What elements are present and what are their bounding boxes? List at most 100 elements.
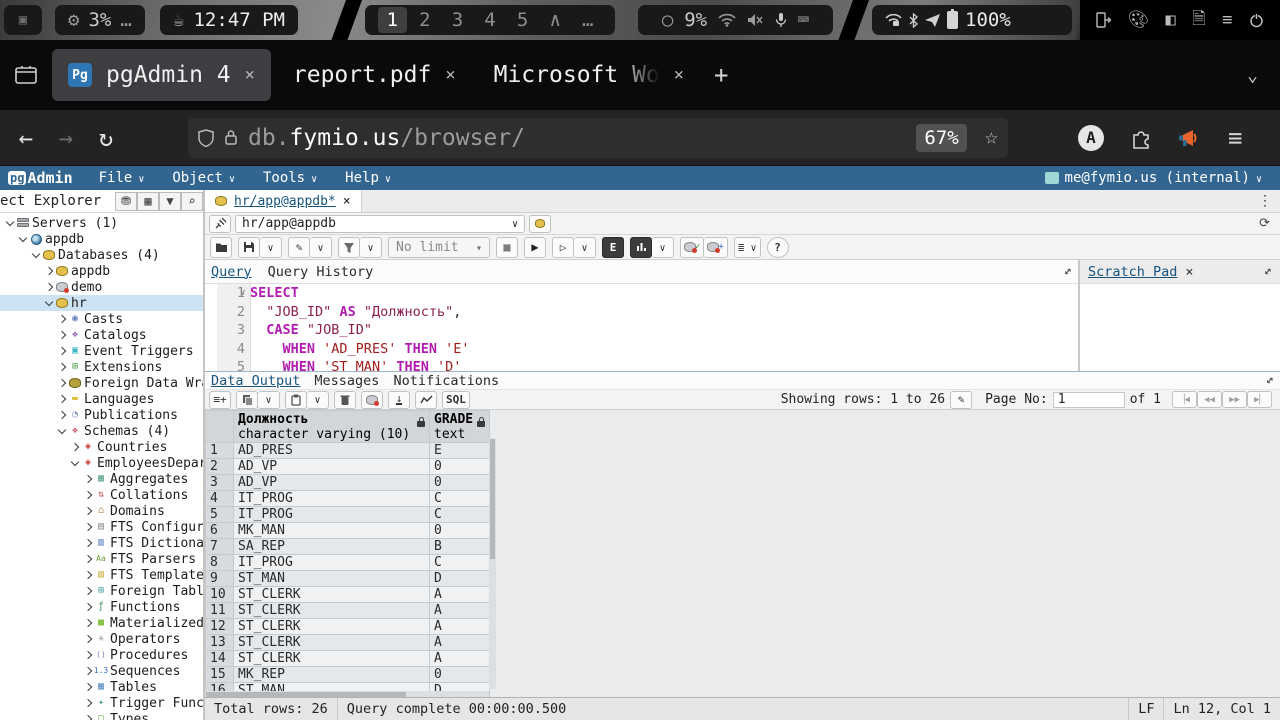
expand-icon[interactable] xyxy=(44,282,55,293)
cell[interactable]: MK_MAN xyxy=(234,523,430,539)
tree-item-countries[interactable]: ◈Countries xyxy=(0,439,203,455)
cell[interactable]: ST_CLERK xyxy=(234,587,430,603)
column-header[interactable]: GRADEtext xyxy=(430,411,490,443)
query-tool-tab[interactable]: hr/app@appdb* × xyxy=(205,190,362,212)
next-page-button[interactable]: ▶▶ xyxy=(1222,391,1247,408)
account-icon[interactable]: A xyxy=(1078,125,1104,151)
filter-icon-button[interactable]: ▼ xyxy=(159,192,181,211)
cell[interactable]: ST_MAN xyxy=(234,571,430,587)
save-dropdown[interactable]: ∨ xyxy=(260,237,282,258)
tree-item-materialized[interactable]: ■Materialized xyxy=(0,615,203,631)
tab-notifications[interactable]: Notifications xyxy=(393,373,499,389)
row-number[interactable]: 12 xyxy=(206,619,234,635)
expand-icon[interactable] xyxy=(83,506,94,517)
limit-selector[interactable]: No limit ▾ xyxy=(388,237,490,258)
tree-item-types[interactable]: ▢Types xyxy=(0,711,203,720)
tree-item-servers-1-[interactable]: Servers (1) xyxy=(0,215,203,231)
app-menu-icon[interactable]: ≡ xyxy=(1228,124,1242,152)
tree-item-foreign-data-wra[interactable]: Foreign Data Wra xyxy=(0,375,203,391)
delete-row-button[interactable] xyxy=(334,391,356,409)
cell[interactable]: ST_CLERK xyxy=(234,619,430,635)
firefox-view-icon[interactable] xyxy=(0,65,52,85)
collapse-icon[interactable] xyxy=(5,218,16,229)
url-bar[interactable]: db.fymio.us/browser/ 67% ☆ xyxy=(188,118,1008,158)
zoom-level-badge[interactable]: 67% xyxy=(916,124,966,152)
collapse-icon[interactable] xyxy=(18,234,29,245)
explain-button[interactable]: E xyxy=(602,237,624,258)
reload-button[interactable]: ↻ xyxy=(86,124,126,152)
database-icon-button[interactable]: ⛃ xyxy=(115,192,137,211)
expand-icon[interactable] xyxy=(83,650,94,661)
sql-editor[interactable]: 1∨SELECT2 "JOB_ID" AS "Должность",3 CASE… xyxy=(205,284,1078,371)
cell[interactable]: AD_VP xyxy=(234,459,430,475)
edit-rows-pencil-button[interactable]: ✎ xyxy=(950,391,972,409)
cell[interactable]: A xyxy=(430,619,490,635)
row-number[interactable]: 11 xyxy=(206,603,234,619)
edit-button[interactable]: ✎ xyxy=(288,237,310,258)
tree-item-event-triggers[interactable]: ▣Event Triggers xyxy=(0,343,203,359)
cell[interactable]: AD_VP xyxy=(234,475,430,491)
tab-query[interactable]: Query xyxy=(211,264,252,280)
code-line[interactable]: 2 "JOB_ID" AS "Должность", xyxy=(252,303,1078,322)
expand-icon[interactable] xyxy=(83,586,94,597)
row-number[interactable]: 6 xyxy=(206,523,234,539)
tree-item-demo[interactable]: demo xyxy=(0,279,203,295)
tree-item-sequences[interactable]: 1.3Sequences xyxy=(0,663,203,679)
expand-icon[interactable] xyxy=(57,410,68,421)
new-tab-button[interactable]: + xyxy=(714,61,728,89)
expand-icon[interactable] xyxy=(83,570,94,581)
tab-messages[interactable]: Messages xyxy=(314,373,379,389)
expand-icon[interactable] xyxy=(57,378,68,389)
row-number[interactable]: 15 xyxy=(206,667,234,683)
close-scratch-pad-icon[interactable]: × xyxy=(1185,264,1193,280)
tree-item-operators[interactable]: ✳Operators xyxy=(0,631,203,647)
tree-item-extensions[interactable]: ⊞Extensions xyxy=(0,359,203,375)
bookmark-star-icon[interactable]: ☆ xyxy=(985,125,998,150)
new-connection-icon[interactable] xyxy=(529,215,551,233)
cell[interactable]: 0 xyxy=(430,523,490,539)
expand-icon[interactable] xyxy=(57,394,68,405)
cell[interactable]: A xyxy=(430,651,490,667)
horizontal-scrollbar[interactable] xyxy=(205,691,489,697)
cell[interactable]: ST_CLERK xyxy=(234,635,430,651)
palette-icon[interactable]: 🎨︎ xyxy=(1128,10,1150,30)
close-tab-icon[interactable]: × xyxy=(343,194,351,209)
pgadmin-logo[interactable]: pgAdmin xyxy=(8,169,73,187)
cell[interactable]: A xyxy=(430,587,490,603)
execute-button[interactable]: ▶ xyxy=(524,237,546,258)
tree-item-tables[interactable]: ▦Tables xyxy=(0,679,203,695)
extensions-puzzle-icon[interactable] xyxy=(1130,127,1152,149)
corner-header[interactable] xyxy=(206,411,234,443)
copy-dropdown[interactable]: ∨ xyxy=(258,391,280,409)
menu-tools[interactable]: Tools∨ xyxy=(263,170,317,186)
tree-item-fts-dictionar[interactable]: ▥FTS Dictionar xyxy=(0,535,203,551)
workspace-more-icon[interactable]: … xyxy=(573,7,602,33)
row-number[interactable]: 13 xyxy=(206,635,234,651)
expand-icon[interactable] xyxy=(83,682,94,693)
page-number-input[interactable] xyxy=(1053,392,1125,408)
tree-item-casts[interactable]: ◉Casts xyxy=(0,311,203,327)
expand-icon[interactable] xyxy=(57,314,68,325)
edit-dropdown[interactable]: ∨ xyxy=(310,237,332,258)
tree-item-catalogs[interactable]: ❖Catalogs xyxy=(0,327,203,343)
collapse-icon[interactable] xyxy=(44,298,55,309)
tree-item-collations[interactable]: ⇅Collations xyxy=(0,487,203,503)
cell[interactable]: B xyxy=(430,539,490,555)
cell[interactable]: IT_PROG xyxy=(234,507,430,523)
code-line[interactable]: 3 CASE "JOB_ID" xyxy=(252,321,1078,340)
browser-tab[interactable]: Microsoft Wo× xyxy=(478,49,700,101)
cell[interactable]: AD_PRES xyxy=(234,443,430,459)
prev-page-button[interactable]: ◀◀ xyxy=(1197,391,1222,408)
expand-icon[interactable] xyxy=(83,538,94,549)
execute-dropdown[interactable]: ∨ xyxy=(574,237,596,258)
code-line[interactable]: 5 WHEN 'ST_MAN' THEN 'D' xyxy=(252,358,1078,371)
tab-query-history[interactable]: Query History xyxy=(268,264,374,280)
expand-icon[interactable] xyxy=(83,490,94,501)
row-number[interactable]: 1 xyxy=(206,443,234,459)
menu-object[interactable]: Object∨ xyxy=(172,170,235,186)
tree-item-languages[interactable]: ▬Languages xyxy=(0,391,203,407)
user-menu[interactable]: me@fymio.us (internal) ∨ xyxy=(1045,170,1272,186)
cell[interactable]: IT_PROG xyxy=(234,491,430,507)
row-number[interactable]: 4 xyxy=(206,491,234,507)
connection-plug-icon[interactable] xyxy=(209,215,231,233)
